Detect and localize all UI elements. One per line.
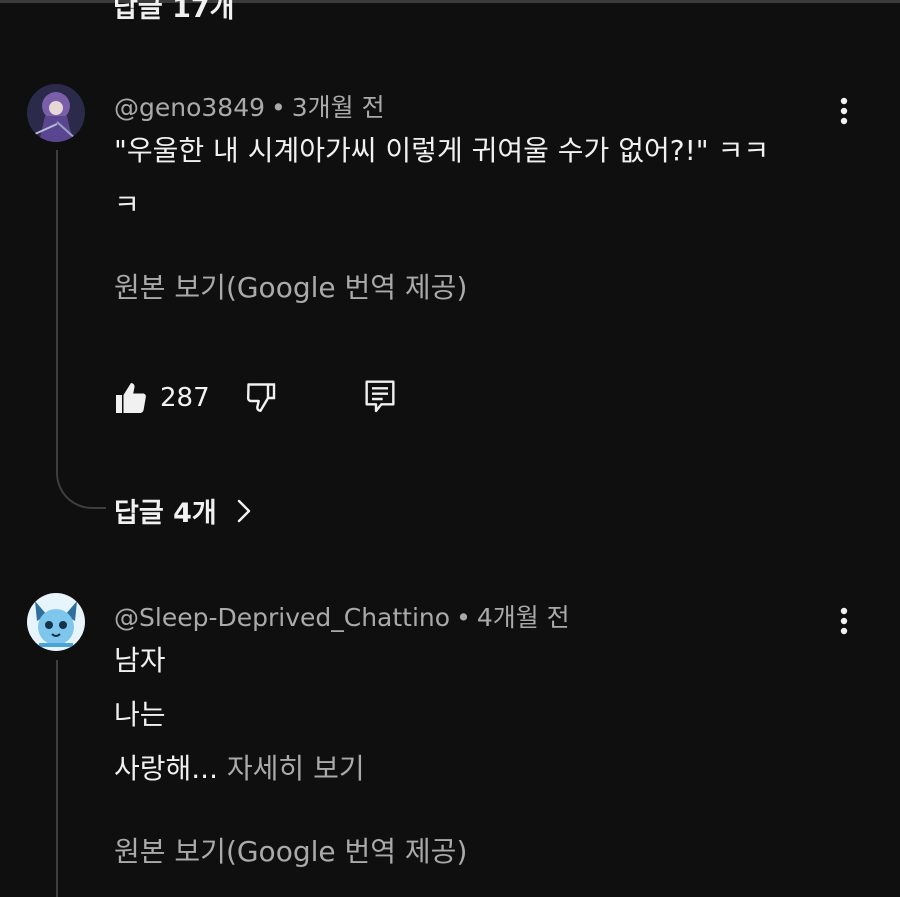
reply-button[interactable] — [364, 379, 396, 419]
separator: • — [456, 603, 471, 632]
show-original-label: 원본 보기(Google 번역 제공) — [114, 271, 468, 304]
like-button[interactable] — [113, 380, 149, 420]
thread-curve — [56, 455, 106, 509]
chevron-right-icon — [236, 498, 252, 531]
show-original-link[interactable]: 원본 보기(Google 번역 제공) — [114, 830, 467, 870]
author-name[interactable]: @Sleep-Deprived_Chattino — [114, 603, 450, 632]
comment-meta: @Sleep-Deprived_Chattino • 4개월 전 — [114, 598, 570, 634]
comment-line: 남자 — [114, 644, 166, 677]
view-replies-button[interactable]: 답글 4개 — [114, 491, 252, 531]
show-original-link[interactable]: 원본 보기(Google 번역 제공) — [114, 266, 467, 306]
thread-line — [56, 660, 58, 897]
comment-line: "우울한 내 시계아가씨 이렇게 귀여울 수가 없어?!" ㅋㅋ — [114, 134, 770, 167]
timestamp[interactable]: 4개월 전 — [477, 603, 570, 632]
dislike-button[interactable] — [244, 380, 280, 420]
comment-line-last: 사랑해... 자세히 보기 — [114, 742, 365, 796]
timestamp[interactable]: 3개월 전 — [292, 93, 385, 122]
comment-text: "우울한 내 시계아가씨 이렇게 귀여울 수가 없어?!" ㅋㅋ ㅋ — [114, 124, 769, 232]
previous-replies-label: 답글 17개 — [113, 0, 235, 24]
thumbs-up-icon — [116, 383, 146, 413]
previous-replies-link[interactable]: 답글 17개 — [113, 0, 235, 25]
more-vert-icon[interactable] — [839, 96, 849, 128]
comment-text: 남자 나는 사랑해... 자세히 보기 — [114, 634, 365, 796]
separator: • — [271, 93, 286, 122]
more-vert-icon[interactable] — [839, 606, 849, 638]
show-original-label: 원본 보기(Google 번역 제공) — [114, 835, 468, 868]
reply-comment-icon — [365, 380, 395, 413]
comment-line: 사랑해... — [114, 752, 218, 785]
see-more-link[interactable]: 자세히 보기 — [227, 752, 365, 785]
avatar[interactable] — [27, 84, 85, 142]
comment-line: ㅋ — [114, 188, 140, 221]
avatar[interactable] — [27, 593, 85, 651]
thumbs-down-icon — [246, 383, 276, 412]
comment-meta: @geno3849 • 3개월 전 — [114, 88, 385, 124]
comment-line: 나는 — [114, 698, 166, 731]
thread-line — [56, 150, 58, 470]
author-name[interactable]: @geno3849 — [114, 93, 265, 122]
like-count: 287 — [160, 383, 210, 413]
view-replies-label: 답글 4개 — [114, 498, 217, 529]
